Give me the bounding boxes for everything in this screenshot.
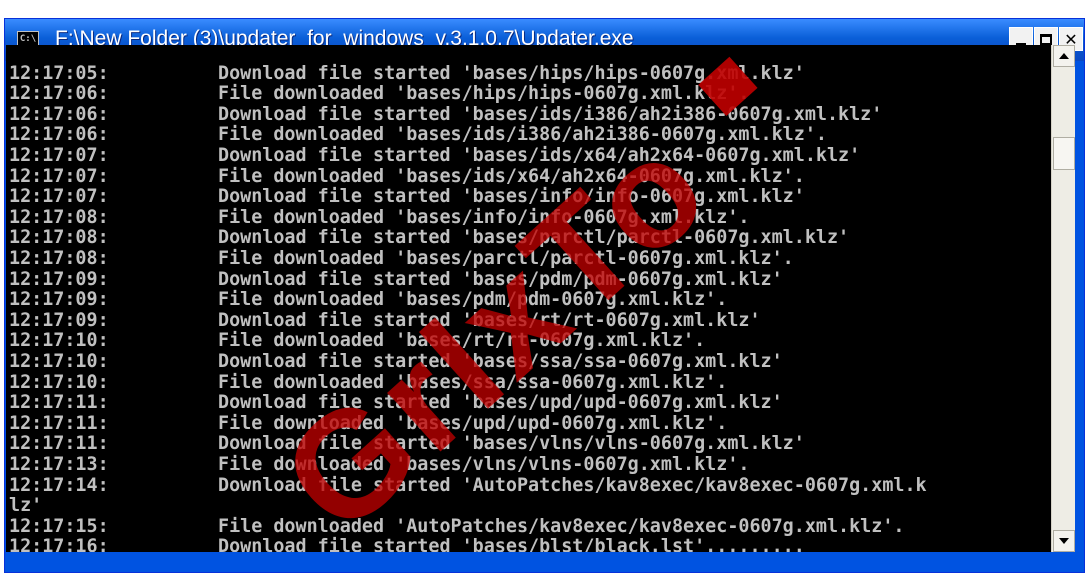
timestamp: 12:17:08: <box>9 206 109 228</box>
console-line: 12:17:09: Download file started 'bases/rt… <box>6 309 1051 332</box>
console-line: 12:17:10: File downloaded 'bases/rt/rt-06… <box>6 331 1051 352</box>
timestamp: 12:17:06: <box>9 103 109 125</box>
timestamp: lz' <box>9 495 43 517</box>
maximize-icon <box>1040 33 1052 45</box>
log-message: Download file started 'AutoPatches/kav8e… <box>218 474 927 496</box>
log-message: File downloaded 'bases/upd/upd-0607g.xml… <box>218 412 728 434</box>
timestamp: 12:17:10: <box>9 371 109 393</box>
timestamp: 12:17:06: <box>9 83 109 105</box>
log-message: Download file started 'bases/info/info-0… <box>218 186 805 208</box>
console-line: 12:17:15: File downloaded 'AutoPatches/ka… <box>6 515 1051 538</box>
log-message: File downloaded 'bases/info/info-0607g.x… <box>218 206 750 228</box>
timestamp: 12:17:10: <box>9 350 109 372</box>
log-message: Download file started 'bases/blst/black.… <box>218 536 805 552</box>
console-line: 12:17:11: Download file started 'bases/vl… <box>6 434 1051 455</box>
log-message: Download file started 'bases/parctl/parc… <box>218 227 850 249</box>
console-line: 12:17:06: File downloaded 'bases/ids/i386… <box>6 125 1051 146</box>
console-line: 12:17:10: File downloaded 'bases/ssa/ssa-… <box>6 371 1051 394</box>
timestamp: 12:17:10: <box>9 330 109 352</box>
timestamp: 12:17:13: <box>9 453 109 475</box>
console-line: 12:17:06: File downloaded 'bases/hips/hip… <box>6 83 1051 105</box>
console-line: 12:17:09: File downloaded 'bases/pdm/pdm-… <box>6 289 1051 311</box>
console-line: 12:17:14: Download file started 'AutoPatc… <box>6 474 1051 497</box>
log-message: File downloaded 'bases/ssa/ssa-0607g.xml… <box>218 371 728 393</box>
log-message: Download file started 'bases/rt/rt-0607g… <box>218 309 761 331</box>
scroll-up-button[interactable] <box>1053 45 1075 67</box>
log-message: File downloaded 'bases/pdm/pdm-0607g.xml… <box>218 289 728 311</box>
timestamp: 12:17:14: <box>9 474 109 496</box>
timestamp: 12:17:11: <box>9 412 109 434</box>
console-line: 12:17:08: File downloaded 'bases/info/inf… <box>6 206 1051 229</box>
timestamp: 12:17:11: <box>9 433 109 455</box>
timestamp: 12:17:07: <box>9 144 109 166</box>
console-line: 12:17:07: File downloaded 'bases/ids/x64/… <box>6 165 1051 188</box>
console-output[interactable]: 12:17:05: Download file started 'bases/hi… <box>6 45 1051 552</box>
timestamp: 12:17:07: <box>9 165 109 187</box>
console-line: lz' <box>6 495 1051 517</box>
console-line: 12:17:11: File downloaded 'bases/upd/upd-… <box>6 412 1051 435</box>
vertical-scrollbar[interactable] <box>1051 45 1075 552</box>
console-line: 12:17:06: Download file started 'bases/id… <box>6 103 1051 126</box>
console-line: 12:17:08: Download file started 'bases/pa… <box>6 228 1051 249</box>
log-message: File downloaded 'bases/rt/rt-0607g.xml.k… <box>218 330 706 352</box>
timestamp: 12:17:06: <box>9 124 109 146</box>
timestamp: 12:17:11: <box>9 392 109 414</box>
timestamp: 12:17:09: <box>9 309 109 331</box>
timestamp: 12:17:05: <box>9 62 109 84</box>
log-message: File downloaded 'bases/ids/x64/ah2x64-06… <box>218 165 805 187</box>
timestamp: 12:17:08: <box>9 227 109 249</box>
log-message: File downloaded 'bases/vlns/vlns-0607g.x… <box>218 453 750 475</box>
scroll-up-arrow-icon <box>1059 53 1069 59</box>
scroll-thumb[interactable] <box>1053 137 1075 170</box>
console-line: 12:17:16: Download file started 'bases/bl… <box>6 537 1051 552</box>
console-line: 12:17:13: File downloaded 'bases/vlns/vln… <box>6 453 1051 476</box>
console-line: 12:17:05: Download file started 'bases/hi… <box>6 62 1051 85</box>
console-line: 12:17:09: Download file started 'bases/pd… <box>6 268 1051 291</box>
console-line: 12:17:08: File downloaded 'bases/parctl/p… <box>6 247 1051 270</box>
log-message: Download file started 'bases/vlns/vlns-0… <box>218 433 805 455</box>
log-message: Download file started 'bases/upd/upd-060… <box>218 392 783 414</box>
timestamp: 12:17:09: <box>9 289 109 311</box>
timestamp: 12:17:08: <box>9 247 109 269</box>
log-message: File downloaded 'bases/ids/i386/ah2i386-… <box>218 124 827 146</box>
log-message: File downloaded 'bases/hips/hips-0607g.x… <box>218 83 750 105</box>
log-message: Download file started 'bases/ssa/ssa-060… <box>218 350 783 372</box>
console-line: 12:17:11: Download file started 'bases/up… <box>6 392 1051 414</box>
log-message: File downloaded 'AutoPatches/kav8exec/ka… <box>218 515 905 537</box>
timestamp: 12:17:15: <box>9 515 109 537</box>
log-message: Download file started 'bases/pdm/pdm-060… <box>218 268 783 290</box>
scroll-down-arrow-icon <box>1059 538 1069 544</box>
timestamp: 12:17:09: <box>9 268 109 290</box>
scroll-down-button[interactable] <box>1053 530 1075 552</box>
log-message: Download file started 'bases/hips/hips-0… <box>218 62 805 84</box>
timestamp: 12:17:16: <box>9 536 109 552</box>
log-message: File downloaded 'bases/parctl/parctl-060… <box>218 247 794 269</box>
log-message: Download file started 'bases/ids/x64/ah2… <box>218 144 861 166</box>
console-line: 12:17:07: Download file started 'bases/in… <box>6 186 1051 208</box>
console-line: 12:17:10: Download file started 'bases/ss… <box>6 350 1051 373</box>
log-message: Download file started 'bases/ids/i386/ah… <box>218 103 883 125</box>
console-line: 12:17:07: Download file started 'bases/id… <box>6 144 1051 167</box>
timestamp: 12:17:07: <box>9 186 109 208</box>
